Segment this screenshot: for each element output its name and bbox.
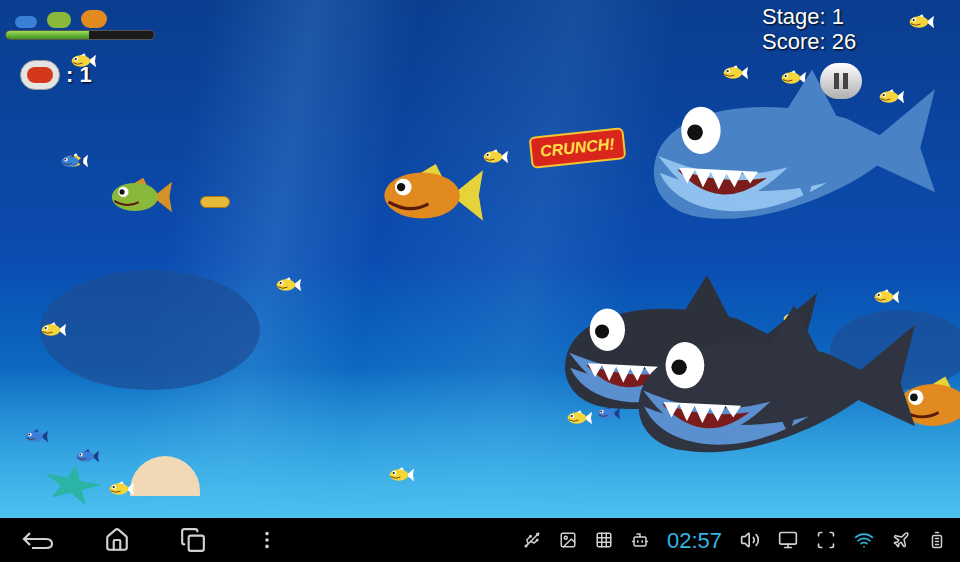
home-icon[interactable]: [104, 527, 130, 553]
battery-icon: [928, 531, 946, 549]
small-fish: [24, 428, 48, 445]
recents-icon[interactable]: [180, 527, 206, 553]
usb-icon: [523, 531, 541, 549]
fish-targets: [5, 10, 155, 28]
blue-shark: [640, 68, 935, 238]
player-fish[interactable]: [378, 158, 483, 233]
small-fish: [60, 153, 84, 170]
small-fish: [908, 13, 934, 31]
dark-shark: [625, 305, 915, 470]
stage-score: Stage: 1Score: 26: [762, 4, 856, 54]
progress-fill: [6, 31, 89, 39]
menu-icon[interactable]: [256, 529, 278, 551]
small-fish: [482, 148, 508, 166]
small-fish: [275, 276, 301, 294]
barcode-icon: [595, 531, 613, 549]
pause-icon: [843, 73, 848, 89]
small-fish: [878, 88, 904, 106]
game-area[interactable]: CRUNCH!: 1Stage: 1Score: 26: [0, 0, 960, 518]
volume-icon[interactable]: [740, 530, 760, 550]
screen-icon[interactable]: [778, 530, 798, 550]
airplane-icon: [892, 531, 910, 549]
progress-bar: [5, 30, 155, 40]
small-fish: [566, 409, 592, 427]
score: Score: 26: [762, 29, 856, 54]
small-fish: [388, 466, 414, 484]
target-fish-icon: [81, 10, 107, 28]
android-icon: [631, 531, 649, 549]
hud-progress: [5, 10, 155, 40]
back-icon[interactable]: [22, 530, 54, 550]
small-fish: [722, 64, 748, 82]
stage: Stage: 1: [762, 4, 856, 29]
small-fish: [873, 288, 899, 306]
small-fish: [75, 448, 99, 465]
pause-button[interactable]: [820, 63, 862, 99]
target-fish-icon: [15, 16, 37, 28]
lives-count: : 1: [66, 58, 92, 91]
navigation-bar: 02:57: [0, 518, 960, 562]
clock: 02:57: [667, 524, 722, 557]
wifi-icon: [854, 530, 874, 550]
image-icon: [559, 531, 577, 549]
coin: [200, 196, 230, 208]
screenshot-icon[interactable]: [816, 530, 836, 550]
green-fish: [108, 174, 172, 220]
lives: : 1: [20, 58, 92, 91]
target-fish-icon: [47, 12, 71, 28]
small-fish: [108, 480, 134, 498]
coral: [40, 270, 260, 390]
screen: CRUNCH!: 1Stage: 1Score: 2602:57: [0, 0, 960, 562]
life-fish-icon: [20, 60, 60, 90]
small-fish: [40, 321, 66, 339]
pause-icon: [834, 73, 839, 89]
small-fish: [780, 69, 806, 87]
